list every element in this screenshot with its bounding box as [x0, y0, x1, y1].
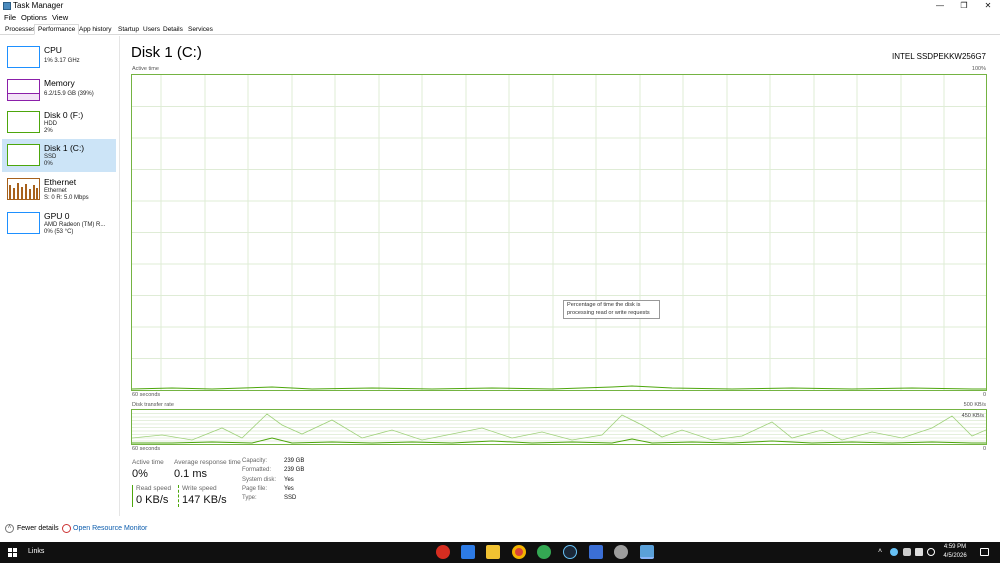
sidebar-item-label: Memory: [44, 78, 75, 88]
cpu-mini-graph: [7, 46, 40, 68]
tray-chevron-icon[interactable]: ˄: [878, 548, 882, 555]
write-speed-value: 147 KB/s: [182, 494, 227, 506]
save-app-icon[interactable]: [589, 545, 603, 559]
ethernet-mini-graph: [7, 178, 40, 200]
system-disk-value: Yes: [284, 477, 294, 483]
sidebar-item-usage: 2%: [44, 128, 53, 134]
capacity-key: Capacity:: [242, 458, 268, 464]
sidebar-item-type: HDD: [44, 121, 57, 127]
active-time-tooltip: Percentage of time the disk is processin…: [563, 300, 660, 319]
read-speed-label: Read speed: [136, 485, 172, 492]
disk-0-mini-graph: [7, 111, 40, 133]
window-title: Task Manager: [13, 1, 64, 10]
sidebar-item-disk-0[interactable]: Disk 0 (F:) HDD 2%: [2, 106, 116, 139]
page-file-value: Yes: [284, 486, 294, 492]
red-app-icon[interactable]: [436, 545, 450, 559]
windows-start-icon[interactable]: [8, 548, 17, 557]
sidebar-item-detail: 6.2/15.9 GB (39%): [44, 91, 94, 97]
write-speed-indicator: [178, 485, 179, 507]
sidebar-item-gpu[interactable]: GPU 0 AMD Radeon (TM) R... 0% (53 °C): [2, 207, 116, 240]
transfer-rate-min: 0: [982, 446, 986, 452]
menu-file[interactable]: File: [4, 13, 16, 22]
sidebar-item-adapter: Ethernet: [44, 188, 67, 194]
tab-details[interactable]: Details: [159, 24, 187, 35]
tray-app-icon[interactable]: [903, 548, 911, 556]
open-resource-monitor-link[interactable]: Open Resource Monitor: [73, 525, 147, 532]
menu-view[interactable]: View: [52, 13, 68, 22]
active-time-graph: [131, 74, 987, 391]
tab-performance[interactable]: Performance: [34, 24, 80, 35]
resource-monitor-icon: [62, 524, 71, 533]
gpu-mini-graph: [7, 212, 40, 234]
active-time-label: Active time: [132, 66, 159, 72]
transfer-rate-scale: 450 KB/s: [961, 413, 984, 419]
sidebar-item-memory[interactable]: Memory 6.2/15.9 GB (39%): [2, 74, 116, 107]
disk-model: INTEL SSDPEKKW256G7: [892, 52, 986, 61]
menu-options[interactable]: Options: [21, 13, 47, 22]
performance-sidebar: CPU 1% 3.17 GHz Memory 6.2/15.9 GB (39%)…: [0, 36, 120, 516]
type-key: Type:: [242, 495, 257, 501]
chrome-icon[interactable]: [512, 545, 526, 559]
page-title: Disk 1 (C:): [131, 44, 202, 61]
active-time-stat-label: Active time: [132, 459, 164, 466]
sidebar-item-detail: 1% 3.17 GHz: [44, 58, 80, 64]
task-manager-icon: [3, 2, 11, 10]
steam-tray-icon[interactable]: [890, 548, 898, 556]
title-bar: Task Manager — ❐ ✕: [0, 0, 1000, 12]
taskbar-date[interactable]: 4/5/2026: [940, 553, 970, 559]
read-speed-indicator: [132, 485, 133, 507]
tab-services[interactable]: Services: [184, 24, 217, 35]
formatted-key: Formatted:: [242, 467, 272, 473]
capacity-value: 239 GB: [284, 458, 305, 464]
blue-app-icon[interactable]: [461, 545, 475, 559]
sidebar-item-ethernet[interactable]: Ethernet Ethernet S: 0 R: 5.0 Mbps: [2, 173, 116, 206]
active-time-min: 0: [982, 392, 986, 398]
file-explorer-icon[interactable]: [486, 545, 500, 559]
utility-app-icon[interactable]: [614, 545, 628, 559]
read-speed-value: 0 KB/s: [136, 494, 169, 506]
response-time-label: Average response time: [174, 459, 241, 466]
type-value: SSD: [284, 495, 297, 501]
transfer-rate-duration: 60 seconds: [132, 446, 161, 452]
green-app-icon[interactable]: [537, 545, 551, 559]
sidebar-item-throughput: S: 0 R: 5.0 Mbps: [44, 195, 89, 201]
task-manager-taskbar-icon[interactable]: [640, 545, 654, 559]
transfer-rate-label: Disk transfer rate: [132, 402, 174, 408]
system-disk-key: System disk:: [242, 477, 277, 483]
steam-icon[interactable]: [563, 545, 577, 559]
sidebar-item-usage: 0%: [44, 161, 53, 167]
formatted-value: 239 GB: [284, 467, 305, 473]
response-time-value: 0.1 ms: [174, 468, 208, 480]
sidebar-item-usage: 0% (53 °C): [44, 229, 74, 235]
taskbar: Links ˄ 4:59 PM 4/5/2026: [0, 542, 1000, 563]
transfer-rate-max: 500 KB/s: [963, 402, 986, 408]
tab-app-history[interactable]: App history: [75, 24, 116, 35]
sidebar-item-label: Ethernet: [44, 177, 77, 187]
taskbar-time[interactable]: 4:59 PM: [940, 544, 970, 550]
chevron-up-icon[interactable]: ˄: [5, 524, 14, 533]
links-toolbar[interactable]: Links: [28, 548, 44, 555]
sidebar-item-label: Disk 1 (C:): [44, 143, 85, 153]
sidebar-item-type: SSD: [44, 154, 57, 160]
transfer-rate-graph: 450 KB/s: [131, 409, 987, 445]
volume-icon[interactable]: [927, 548, 935, 556]
fewer-details-link[interactable]: Fewer details: [17, 525, 59, 532]
active-time-stat-value: 0%: [132, 468, 148, 480]
disk-1-mini-graph: [7, 144, 40, 166]
sidebar-item-label: Disk 0 (F:): [44, 110, 84, 120]
memory-mini-graph: [7, 79, 40, 101]
page-file-key: Page file:: [242, 486, 268, 492]
write-speed-label: Write speed: [182, 485, 217, 492]
sidebar-item-cpu[interactable]: CPU 1% 3.17 GHz: [2, 41, 116, 74]
sidebar-item-disk-1[interactable]: Disk 1 (C:) SSD 0%: [2, 139, 116, 172]
sidebar-item-model: AMD Radeon (TM) R...: [44, 222, 106, 228]
close-button[interactable]: ✕: [974, 0, 1000, 12]
notification-icon[interactable]: [980, 548, 989, 556]
sidebar-item-label: CPU: [44, 45, 62, 55]
sidebar-item-label: GPU 0: [44, 211, 70, 221]
network-icon[interactable]: [915, 548, 923, 556]
tab-strip: Processes Performance App history Startu…: [0, 24, 1000, 35]
active-time-duration: 60 seconds: [132, 392, 161, 398]
active-time-max: 100%: [971, 66, 986, 72]
